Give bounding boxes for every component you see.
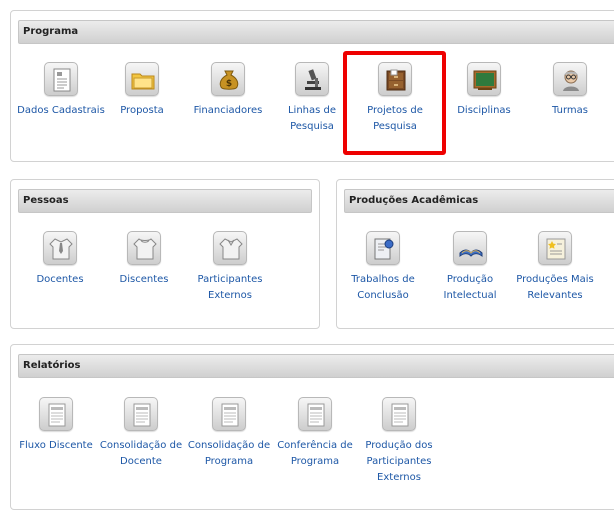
consolidacao-de-docente-button[interactable]: Consolidação de Docente — [97, 397, 185, 470]
svg-text:$: $ — [226, 79, 232, 89]
shirt-tie-icon — [43, 231, 77, 265]
discentes-button[interactable]: Discentes — [100, 231, 188, 288]
producoes-mais-relevantes-button[interactable]: Produções Mais Relevantes — [511, 231, 599, 304]
chalkboard-icon — [467, 62, 501, 96]
shirt-collar-icon — [213, 231, 247, 265]
trabalhos-de-conclusao-button[interactable]: Trabalhos de Conclusão — [339, 231, 427, 304]
trabalhos-de-conclusao-label: Trabalhos de Conclusão — [351, 274, 415, 301]
shirt-icon — [127, 231, 161, 265]
dados-cadastrais-button[interactable]: Dados Cadastrais — [17, 62, 105, 119]
participantes-externos-label: Participantes Externos — [197, 274, 263, 301]
conferencia-de-programa-label: Conferência de Programa — [277, 440, 353, 467]
linhas-de-pesquisa-label: Linhas de Pesquisa — [287, 105, 337, 132]
fluxo-discente-button[interactable]: Fluxo Discente — [12, 397, 100, 454]
report-icon — [382, 397, 416, 431]
disciplinas-button[interactable]: Disciplinas — [440, 62, 528, 119]
participantes-externos-button[interactable]: Participantes Externos — [186, 231, 274, 304]
producao-dos-participantes-externos-button[interactable]: Produção dos Participantes Externos — [355, 397, 443, 486]
consolidacao-de-programa-label: Consolidação de Programa — [187, 440, 271, 467]
document-form-icon — [44, 62, 78, 96]
turmas-label: Turmas — [552, 105, 588, 116]
docentes-button[interactable]: Docentes — [16, 231, 104, 288]
financiadores-label: Financiadores — [193, 105, 263, 116]
consolidacao-de-programa-button[interactable]: Consolidação de Programa — [185, 397, 273, 470]
pessoas-header: Pessoas — [18, 189, 312, 213]
turmas-button[interactable]: Turmas — [526, 62, 614, 119]
report-icon — [124, 397, 158, 431]
certificate-icon — [366, 231, 400, 265]
discentes-label: Discentes — [119, 274, 169, 285]
teacher-icon — [553, 62, 587, 96]
producao-intelectual-label: Produção Intelectual — [443, 274, 497, 301]
proposta-label: Proposta — [120, 105, 164, 116]
proposta-button[interactable]: Proposta — [98, 62, 186, 119]
money-bag-icon: $ — [211, 62, 245, 96]
fluxo-discente-label: Fluxo Discente — [19, 440, 93, 451]
projetos-de-pesquisa-button[interactable]: Projetos de Pesquisa — [351, 62, 439, 135]
report-icon — [298, 397, 332, 431]
programa-header: Programa — [18, 20, 614, 44]
financiadores-button[interactable]: $ Financiadores — [184, 62, 272, 119]
projetos-de-pesquisa-label: Projetos de Pesquisa — [367, 105, 423, 132]
report-icon — [39, 397, 73, 431]
linhas-de-pesquisa-button[interactable]: Linhas de Pesquisa — [268, 62, 356, 135]
producao-intelectual-button[interactable]: Produção Intelectual — [426, 231, 514, 304]
consolidacao-de-docente-label: Consolidação de Docente — [99, 440, 183, 467]
folder-icon — [125, 62, 159, 96]
disciplinas-label: Disciplinas — [457, 105, 511, 116]
docentes-label: Docentes — [36, 274, 84, 285]
dados-cadastrais-label: Dados Cadastrais — [17, 105, 105, 116]
microscope-icon — [295, 62, 329, 96]
report-icon — [212, 397, 246, 431]
open-book-icon — [453, 231, 487, 265]
conferencia-de-programa-button[interactable]: Conferência de Programa — [271, 397, 359, 470]
producoes-mais-relevantes-label: Produções Mais Relevantes — [516, 274, 594, 301]
file-cabinet-icon — [378, 62, 412, 96]
relatorios-header: Relatórios — [18, 354, 614, 378]
producao-dos-participantes-externos-label: Produção dos Participantes Externos — [365, 440, 433, 483]
producoes-header: Produções Acadêmicas — [344, 189, 614, 213]
star-document-icon — [538, 231, 572, 265]
